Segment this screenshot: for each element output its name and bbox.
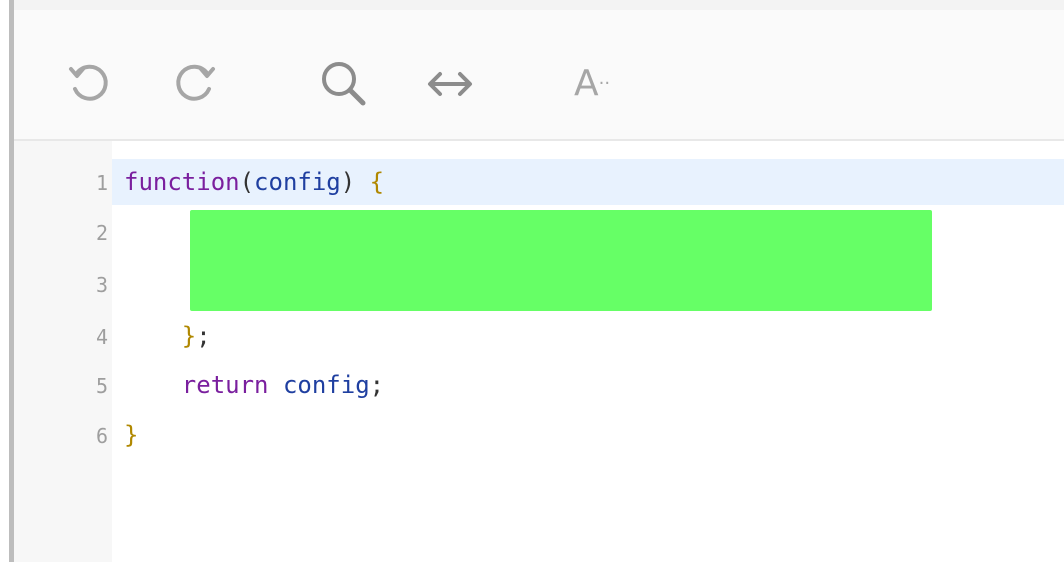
code-token: function: [124, 168, 240, 196]
code-token: }: [124, 421, 139, 449]
font-size-dots: ··: [598, 73, 611, 94]
top-strip: [14, 0, 1064, 10]
line-number: 4: [95, 325, 108, 349]
redo-icon: [176, 64, 215, 101]
line-number: 6: [95, 424, 108, 448]
font-size-icon: A ··: [574, 66, 610, 102]
code-token: {: [369, 168, 385, 196]
editor-toolbar: A ··: [14, 10, 1064, 141]
font-size-letter: A: [573, 63, 599, 104]
line-number: 5: [95, 374, 108, 398]
search-button[interactable]: [314, 54, 374, 114]
code-token: (: [239, 168, 255, 196]
code-token: config: [282, 371, 370, 399]
code-line-4[interactable]: };: [124, 321, 211, 351]
code-token: ;: [369, 371, 385, 399]
code-token: ;: [196, 322, 211, 350]
line-number: 3: [95, 273, 108, 297]
wrap-icon: [428, 72, 472, 96]
code-token: config: [254, 168, 341, 196]
selection-highlight-block: [190, 210, 932, 311]
line-number-gutter: 1 2 3 4 5 6: [14, 141, 112, 562]
code-line-5[interactable]: return config;: [124, 370, 384, 400]
code-token: }: [124, 322, 197, 350]
code-line-6[interactable]: }: [124, 420, 138, 450]
code-editor-window: A ·· 1 2 3 4 5 6 function(config) { }; re…: [0, 0, 1064, 562]
search-icon: [322, 62, 366, 106]
code-token: ): [340, 168, 370, 196]
code-line-1[interactable]: function(config) {: [124, 167, 384, 197]
code-editor[interactable]: 1 2 3 4 5 6 function(config) { }; return…: [14, 141, 1064, 562]
line-number: 1: [95, 171, 108, 195]
wrap-toggle-button[interactable]: [420, 54, 480, 114]
line-number: 2: [95, 221, 108, 245]
redo-button[interactable]: [164, 54, 224, 114]
code-token: return: [124, 371, 269, 399]
undo-icon: [69, 64, 108, 101]
font-size-button[interactable]: A ··: [562, 54, 622, 114]
undo-button[interactable]: [60, 54, 120, 114]
